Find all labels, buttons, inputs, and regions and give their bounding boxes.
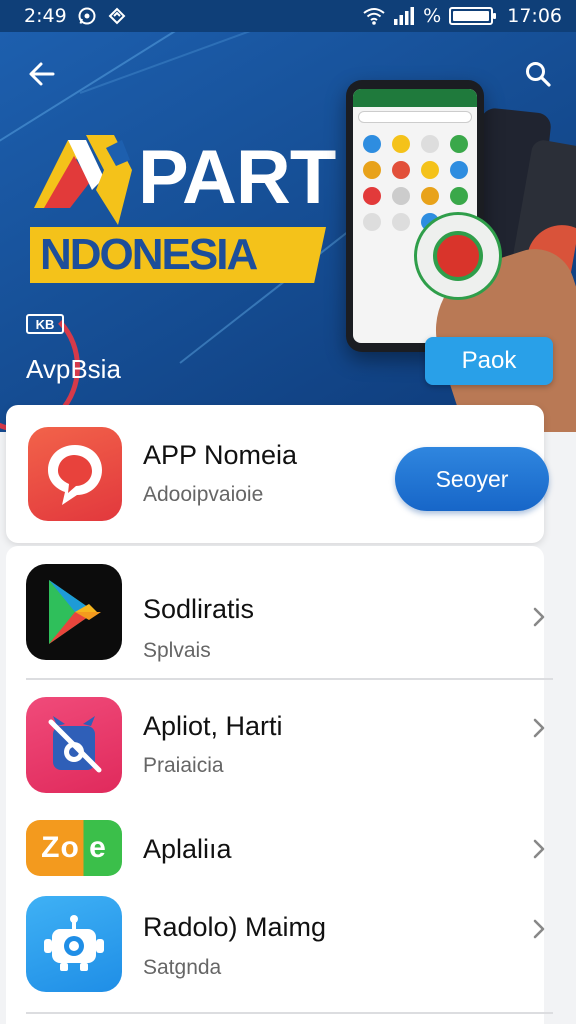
phone-app-dot xyxy=(362,135,381,153)
hero-ribbon: NDONESIA xyxy=(30,227,326,283)
search-button[interactable] xyxy=(518,54,558,94)
signal-icon xyxy=(393,7,415,25)
list-item[interactable]: Radolo) Maimg Satgnda xyxy=(6,896,545,996)
phone-app-dot xyxy=(391,187,410,205)
phone-app-dot xyxy=(449,161,468,179)
phone-app-dot xyxy=(362,213,381,231)
featured-action-button[interactable]: Seoyer xyxy=(395,447,549,511)
chevron-right-icon xyxy=(533,919,545,939)
status-clock: 17:06 xyxy=(507,5,562,27)
wifi-icon xyxy=(363,7,385,25)
app-list: Sodliratis Splvais Apliot, Harti Praiaic… xyxy=(6,546,553,1024)
phone-app-dot xyxy=(362,161,381,179)
hero-action-button[interactable]: Paok xyxy=(425,337,553,385)
phone-app-dot xyxy=(449,135,468,153)
robot-icon xyxy=(26,896,122,992)
list-item[interactable]: Sodliratis Splvais xyxy=(6,564,545,664)
featured-app-title: APP Nomeia xyxy=(143,440,298,470)
phone-search xyxy=(358,111,472,123)
robot-blocked-icon xyxy=(26,697,122,793)
status-right: % 17:06 xyxy=(363,5,562,27)
featured-app-card[interactable]: APP Nomeia Adooipvaioie Seoyer xyxy=(6,405,549,543)
phone-app-dot xyxy=(391,161,410,179)
list-item-subtitle: Splvais xyxy=(143,639,211,662)
list-item-subtitle: Satgnda xyxy=(143,956,222,979)
phone-app-dot xyxy=(391,135,410,153)
list-item-title: Radolo) Maimg xyxy=(143,912,327,942)
hero-banner: PART NDONESIA KB AvpBsia Paok xyxy=(0,32,576,432)
chevron-right-icon xyxy=(533,839,545,859)
phone-app-dot xyxy=(420,135,439,153)
phone-app-dot xyxy=(420,161,439,179)
screen: 2:49 % 17:06 PART NDONESIA KB AvpBsia Pa… xyxy=(0,0,576,1024)
list-item[interactable]: Apliot, Harti Praiaicia xyxy=(6,697,545,797)
status-bar: 2:49 % 17:06 xyxy=(0,0,576,32)
hero-ribbon-text: NDONESIA xyxy=(40,230,258,279)
status-left: 2:49 xyxy=(24,5,127,27)
dial-center xyxy=(433,231,483,281)
hero-subtitle: AvpBsia xyxy=(26,354,121,384)
list-item-title: Sodliratis xyxy=(143,594,255,624)
list-item[interactable]: Zo e Aplaliıa xyxy=(6,818,545,878)
whatsapp-icon xyxy=(77,6,97,26)
chevron-right-icon xyxy=(533,607,545,627)
list-item-title: Aplaliıa xyxy=(143,834,232,864)
zoe-logo-text: Zo e xyxy=(41,831,107,864)
hero-title: PART xyxy=(138,135,336,220)
phone-app-dot xyxy=(391,213,410,231)
phone-app-dot xyxy=(420,187,439,205)
percent-symbol: % xyxy=(423,5,442,27)
decorative-streak xyxy=(79,32,325,94)
hero-chip: KB xyxy=(26,314,64,334)
phone-app-dot xyxy=(449,187,468,205)
play-triangle-icon xyxy=(26,564,122,660)
back-button[interactable] xyxy=(22,54,62,94)
list-divider xyxy=(26,1012,553,1014)
phone-app-dot xyxy=(362,187,381,205)
back-arrow-icon xyxy=(29,62,55,86)
location-icon xyxy=(107,6,127,26)
list-item-subtitle: Praiaicia xyxy=(143,754,224,777)
phone-app-bar xyxy=(353,89,477,107)
chevron-right-icon xyxy=(533,718,545,738)
battery-level xyxy=(453,11,490,21)
chat-bubble-icon xyxy=(28,427,122,521)
featured-app-subtitle: Adooipvaioie xyxy=(143,483,264,506)
dial-illustration xyxy=(414,212,502,300)
zoe-logo-icon: Zo e xyxy=(26,820,122,876)
status-time: 2:49 xyxy=(24,5,67,27)
search-icon xyxy=(526,62,551,87)
list-divider xyxy=(26,678,553,680)
list-item-title: Apliot, Harti xyxy=(143,711,283,741)
battery-icon xyxy=(449,7,497,25)
